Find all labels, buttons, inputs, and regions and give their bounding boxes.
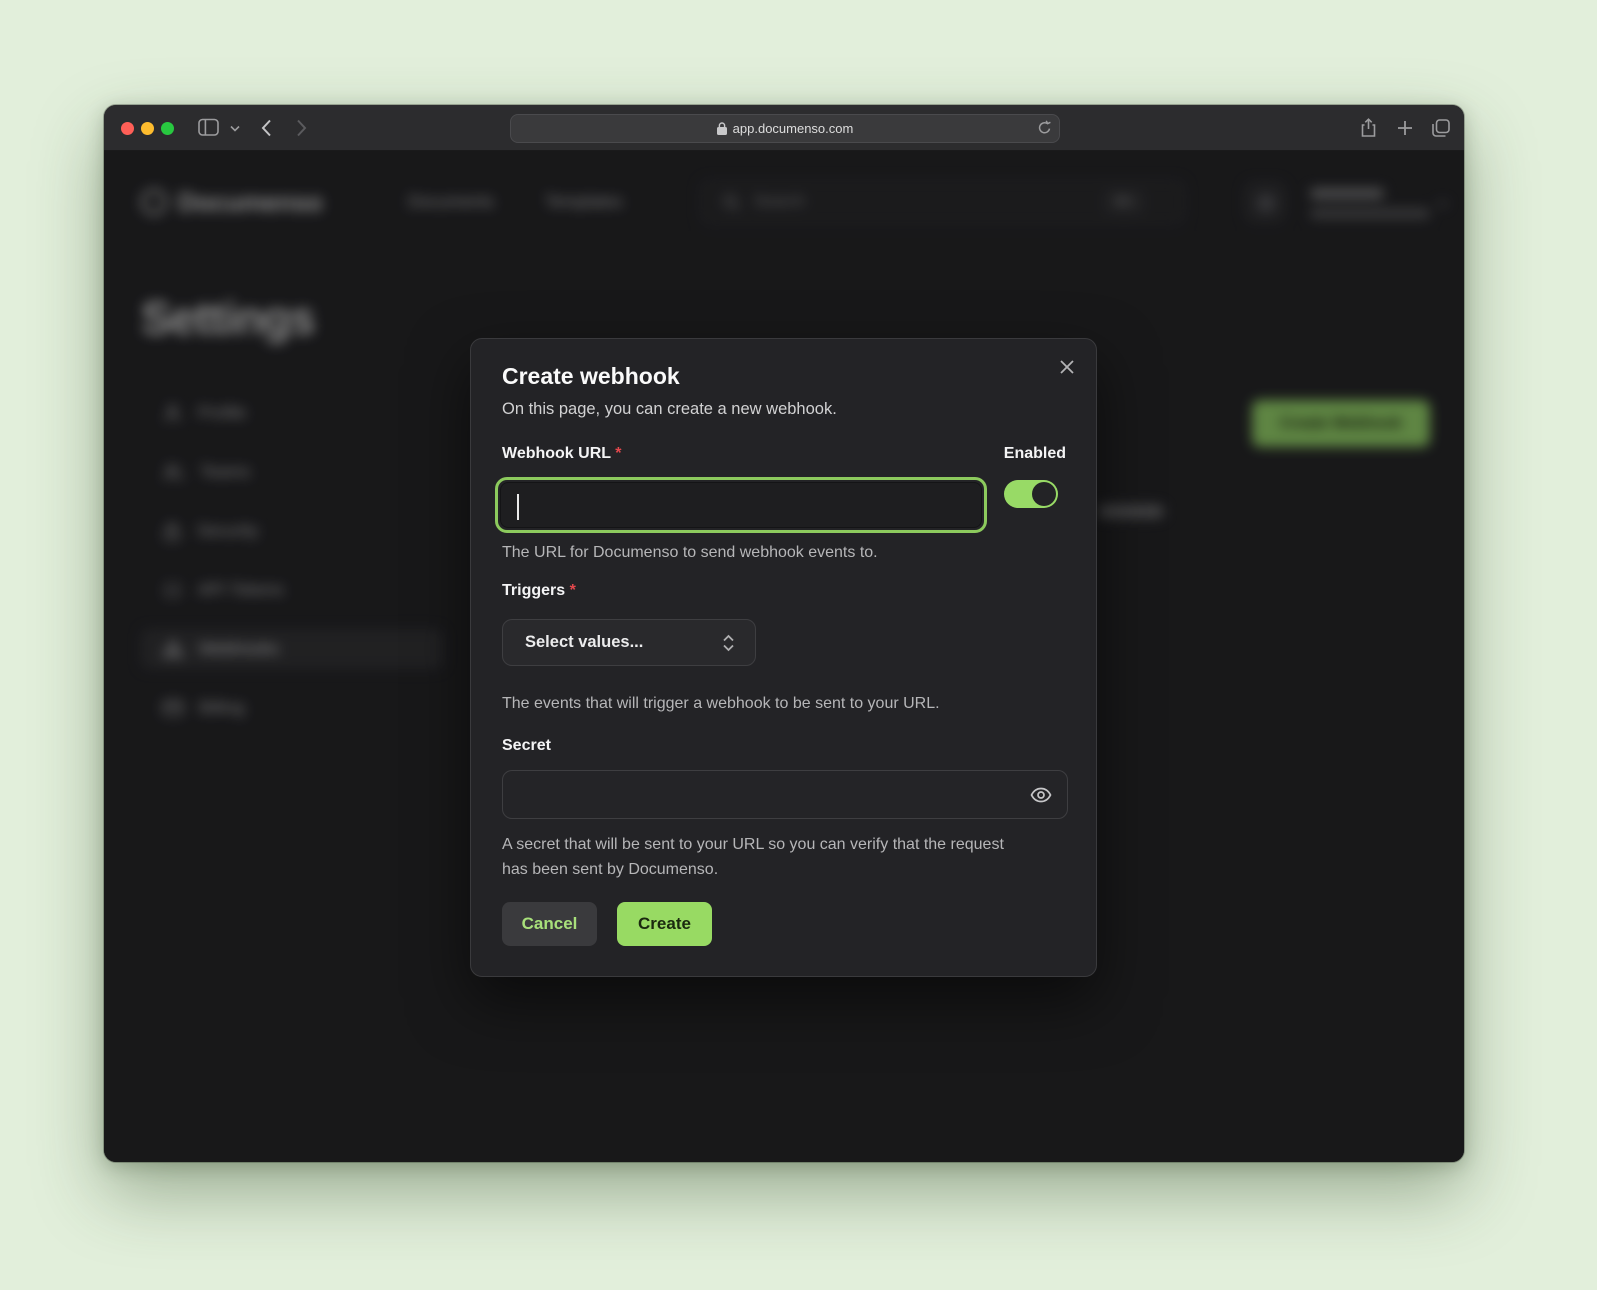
secret-helper: A secret that will be sent to your URL s… bbox=[502, 832, 1027, 882]
text-caret bbox=[517, 494, 519, 520]
required-marker: * bbox=[615, 445, 621, 462]
close-icon[interactable] bbox=[1056, 356, 1078, 378]
lock-icon bbox=[717, 122, 727, 135]
webhook-url-focus-ring bbox=[495, 477, 987, 533]
url-bar[interactable]: app.documenso.com bbox=[510, 114, 1060, 143]
url-text: app.documenso.com bbox=[733, 121, 854, 136]
reload-icon[interactable] bbox=[1037, 120, 1052, 139]
forward-icon[interactable] bbox=[296, 119, 307, 137]
triggers-helper: The events that will trigger a webhook t… bbox=[502, 691, 940, 716]
webhook-url-input[interactable] bbox=[500, 482, 982, 528]
triggers-label: Triggers * bbox=[502, 582, 576, 600]
create-button[interactable]: Create bbox=[617, 902, 712, 946]
new-tab-icon[interactable] bbox=[1396, 119, 1414, 137]
chevron-up-down-icon bbox=[722, 634, 735, 652]
required-marker: * bbox=[570, 582, 576, 599]
secret-input[interactable] bbox=[502, 770, 1068, 819]
tab-overview-icon[interactable] bbox=[1431, 118, 1451, 138]
enabled-toggle[interactable] bbox=[1004, 480, 1058, 508]
dialog-title: Create webhook bbox=[502, 363, 680, 390]
back-icon[interactable] bbox=[261, 119, 272, 137]
triggers-select[interactable]: Select values... bbox=[502, 619, 756, 666]
create-webhook-dialog: Create webhook On this page, you can cre… bbox=[470, 338, 1097, 977]
browser-titlebar: app.documenso.com bbox=[104, 105, 1464, 151]
webhook-url-helper: The URL for Documenso to send webhook ev… bbox=[502, 540, 878, 565]
toggle-knob bbox=[1032, 482, 1056, 506]
dialog-description: On this page, you can create a new webho… bbox=[502, 400, 837, 419]
traffic-light-minimize[interactable] bbox=[141, 122, 154, 135]
triggers-select-placeholder: Select values... bbox=[525, 633, 643, 652]
sidebar-toggle-icon[interactable] bbox=[198, 118, 219, 137]
cancel-button[interactable]: Cancel bbox=[502, 902, 597, 946]
secret-label: Secret bbox=[502, 737, 551, 755]
webhook-url-label: Webhook URL * bbox=[502, 445, 621, 463]
enabled-label: Enabled bbox=[1004, 445, 1066, 463]
share-icon[interactable] bbox=[1360, 118, 1377, 138]
traffic-light-zoom[interactable] bbox=[161, 122, 174, 135]
eye-icon[interactable] bbox=[1029, 783, 1053, 807]
browser-window: app.documenso.com Documenso bbox=[104, 105, 1464, 1162]
chevron-down-icon[interactable] bbox=[230, 125, 240, 132]
traffic-light-close[interactable] bbox=[121, 122, 134, 135]
